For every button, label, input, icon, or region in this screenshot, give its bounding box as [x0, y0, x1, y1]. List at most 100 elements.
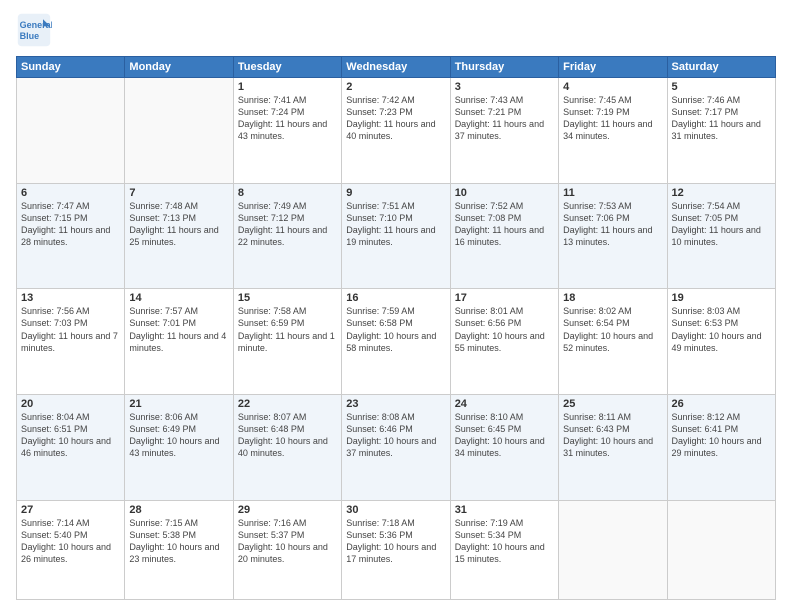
weekday-header-row: SundayMondayTuesdayWednesdayThursdayFrid…: [17, 57, 776, 78]
day-number: 14: [129, 292, 228, 304]
day-number: 7: [129, 187, 228, 199]
day-number: 12: [672, 187, 771, 199]
day-number: 6: [21, 187, 120, 199]
cell-info: Sunrise: 7:57 AM Sunset: 7:01 PM Dayligh…: [129, 305, 228, 354]
calendar-week-row: 6Sunrise: 7:47 AM Sunset: 7:15 PM Daylig…: [17, 183, 776, 289]
day-number: 4: [563, 81, 662, 93]
cell-info: Sunrise: 7:18 AM Sunset: 5:36 PM Dayligh…: [346, 517, 445, 566]
calendar-cell: 31Sunrise: 7:19 AM Sunset: 5:34 PM Dayli…: [450, 500, 558, 599]
weekday-header-saturday: Saturday: [667, 57, 775, 78]
calendar-cell: 4Sunrise: 7:45 AM Sunset: 7:19 PM Daylig…: [559, 78, 667, 184]
weekday-header-tuesday: Tuesday: [233, 57, 341, 78]
weekday-header-friday: Friday: [559, 57, 667, 78]
calendar-table: SundayMondayTuesdayWednesdayThursdayFrid…: [16, 56, 776, 600]
cell-info: Sunrise: 7:45 AM Sunset: 7:19 PM Dayligh…: [563, 94, 662, 143]
calendar-cell: 11Sunrise: 7:53 AM Sunset: 7:06 PM Dayli…: [559, 183, 667, 289]
calendar-cell: 12Sunrise: 7:54 AM Sunset: 7:05 PM Dayli…: [667, 183, 775, 289]
cell-info: Sunrise: 7:19 AM Sunset: 5:34 PM Dayligh…: [455, 517, 554, 566]
calendar-cell: 22Sunrise: 8:07 AM Sunset: 6:48 PM Dayli…: [233, 394, 341, 500]
day-number: 1: [238, 81, 337, 93]
day-number: 26: [672, 398, 771, 410]
day-number: 8: [238, 187, 337, 199]
cell-info: Sunrise: 7:54 AM Sunset: 7:05 PM Dayligh…: [672, 200, 771, 249]
calendar-cell: 1Sunrise: 7:41 AM Sunset: 7:24 PM Daylig…: [233, 78, 341, 184]
calendar-cell: 28Sunrise: 7:15 AM Sunset: 5:38 PM Dayli…: [125, 500, 233, 599]
cell-info: Sunrise: 7:16 AM Sunset: 5:37 PM Dayligh…: [238, 517, 337, 566]
svg-text:Blue: Blue: [20, 31, 40, 41]
day-number: 17: [455, 292, 554, 304]
calendar-cell: 30Sunrise: 7:18 AM Sunset: 5:36 PM Dayli…: [342, 500, 450, 599]
cell-info: Sunrise: 7:14 AM Sunset: 5:40 PM Dayligh…: [21, 517, 120, 566]
cell-info: Sunrise: 8:11 AM Sunset: 6:43 PM Dayligh…: [563, 411, 662, 460]
calendar-cell: 27Sunrise: 7:14 AM Sunset: 5:40 PM Dayli…: [17, 500, 125, 599]
logo: General Blue: [16, 12, 56, 48]
calendar-cell: 6Sunrise: 7:47 AM Sunset: 7:15 PM Daylig…: [17, 183, 125, 289]
day-number: 9: [346, 187, 445, 199]
day-number: 23: [346, 398, 445, 410]
day-number: 18: [563, 292, 662, 304]
calendar-cell: 23Sunrise: 8:08 AM Sunset: 6:46 PM Dayli…: [342, 394, 450, 500]
cell-info: Sunrise: 8:01 AM Sunset: 6:56 PM Dayligh…: [455, 305, 554, 354]
cell-info: Sunrise: 8:08 AM Sunset: 6:46 PM Dayligh…: [346, 411, 445, 460]
cell-info: Sunrise: 8:12 AM Sunset: 6:41 PM Dayligh…: [672, 411, 771, 460]
calendar-cell: 18Sunrise: 8:02 AM Sunset: 6:54 PM Dayli…: [559, 289, 667, 395]
calendar-cell: 29Sunrise: 7:16 AM Sunset: 5:37 PM Dayli…: [233, 500, 341, 599]
calendar-week-row: 20Sunrise: 8:04 AM Sunset: 6:51 PM Dayli…: [17, 394, 776, 500]
logo-icon: General Blue: [16, 12, 52, 48]
calendar-cell: 24Sunrise: 8:10 AM Sunset: 6:45 PM Dayli…: [450, 394, 558, 500]
calendar-cell: 19Sunrise: 8:03 AM Sunset: 6:53 PM Dayli…: [667, 289, 775, 395]
cell-info: Sunrise: 8:03 AM Sunset: 6:53 PM Dayligh…: [672, 305, 771, 354]
calendar-cell: 25Sunrise: 8:11 AM Sunset: 6:43 PM Dayli…: [559, 394, 667, 500]
day-number: 10: [455, 187, 554, 199]
day-number: 25: [563, 398, 662, 410]
cell-info: Sunrise: 7:59 AM Sunset: 6:58 PM Dayligh…: [346, 305, 445, 354]
day-number: 5: [672, 81, 771, 93]
cell-info: Sunrise: 7:46 AM Sunset: 7:17 PM Dayligh…: [672, 94, 771, 143]
day-number: 15: [238, 292, 337, 304]
calendar-cell: 2Sunrise: 7:42 AM Sunset: 7:23 PM Daylig…: [342, 78, 450, 184]
calendar-cell: 9Sunrise: 7:51 AM Sunset: 7:10 PM Daylig…: [342, 183, 450, 289]
cell-info: Sunrise: 7:42 AM Sunset: 7:23 PM Dayligh…: [346, 94, 445, 143]
cell-info: Sunrise: 7:51 AM Sunset: 7:10 PM Dayligh…: [346, 200, 445, 249]
calendar-cell: [667, 500, 775, 599]
calendar-cell: [125, 78, 233, 184]
cell-info: Sunrise: 7:15 AM Sunset: 5:38 PM Dayligh…: [129, 517, 228, 566]
calendar-week-row: 27Sunrise: 7:14 AM Sunset: 5:40 PM Dayli…: [17, 500, 776, 599]
calendar-cell: 16Sunrise: 7:59 AM Sunset: 6:58 PM Dayli…: [342, 289, 450, 395]
day-number: 21: [129, 398, 228, 410]
cell-info: Sunrise: 8:07 AM Sunset: 6:48 PM Dayligh…: [238, 411, 337, 460]
cell-info: Sunrise: 7:41 AM Sunset: 7:24 PM Dayligh…: [238, 94, 337, 143]
calendar-cell: 8Sunrise: 7:49 AM Sunset: 7:12 PM Daylig…: [233, 183, 341, 289]
day-number: 3: [455, 81, 554, 93]
calendar-cell: 7Sunrise: 7:48 AM Sunset: 7:13 PM Daylig…: [125, 183, 233, 289]
calendar-cell: 21Sunrise: 8:06 AM Sunset: 6:49 PM Dayli…: [125, 394, 233, 500]
weekday-header-wednesday: Wednesday: [342, 57, 450, 78]
cell-info: Sunrise: 7:47 AM Sunset: 7:15 PM Dayligh…: [21, 200, 120, 249]
calendar-cell: 15Sunrise: 7:58 AM Sunset: 6:59 PM Dayli…: [233, 289, 341, 395]
calendar-cell: 17Sunrise: 8:01 AM Sunset: 6:56 PM Dayli…: [450, 289, 558, 395]
calendar-cell: 20Sunrise: 8:04 AM Sunset: 6:51 PM Dayli…: [17, 394, 125, 500]
day-number: 28: [129, 504, 228, 516]
cell-info: Sunrise: 7:52 AM Sunset: 7:08 PM Dayligh…: [455, 200, 554, 249]
day-number: 31: [455, 504, 554, 516]
day-number: 2: [346, 81, 445, 93]
day-number: 22: [238, 398, 337, 410]
day-number: 20: [21, 398, 120, 410]
calendar-cell: 26Sunrise: 8:12 AM Sunset: 6:41 PM Dayli…: [667, 394, 775, 500]
day-number: 11: [563, 187, 662, 199]
day-number: 29: [238, 504, 337, 516]
calendar-cell: 5Sunrise: 7:46 AM Sunset: 7:17 PM Daylig…: [667, 78, 775, 184]
weekday-header-sunday: Sunday: [17, 57, 125, 78]
page: General Blue SundayMondayTuesdayWednesda…: [0, 0, 792, 612]
day-number: 27: [21, 504, 120, 516]
day-number: 13: [21, 292, 120, 304]
cell-info: Sunrise: 7:56 AM Sunset: 7:03 PM Dayligh…: [21, 305, 120, 354]
day-number: 30: [346, 504, 445, 516]
calendar-cell: 13Sunrise: 7:56 AM Sunset: 7:03 PM Dayli…: [17, 289, 125, 395]
calendar-cell: [559, 500, 667, 599]
calendar-cell: 10Sunrise: 7:52 AM Sunset: 7:08 PM Dayli…: [450, 183, 558, 289]
cell-info: Sunrise: 7:43 AM Sunset: 7:21 PM Dayligh…: [455, 94, 554, 143]
calendar-cell: 14Sunrise: 7:57 AM Sunset: 7:01 PM Dayli…: [125, 289, 233, 395]
header: General Blue: [16, 12, 776, 48]
calendar-cell: 3Sunrise: 7:43 AM Sunset: 7:21 PM Daylig…: [450, 78, 558, 184]
